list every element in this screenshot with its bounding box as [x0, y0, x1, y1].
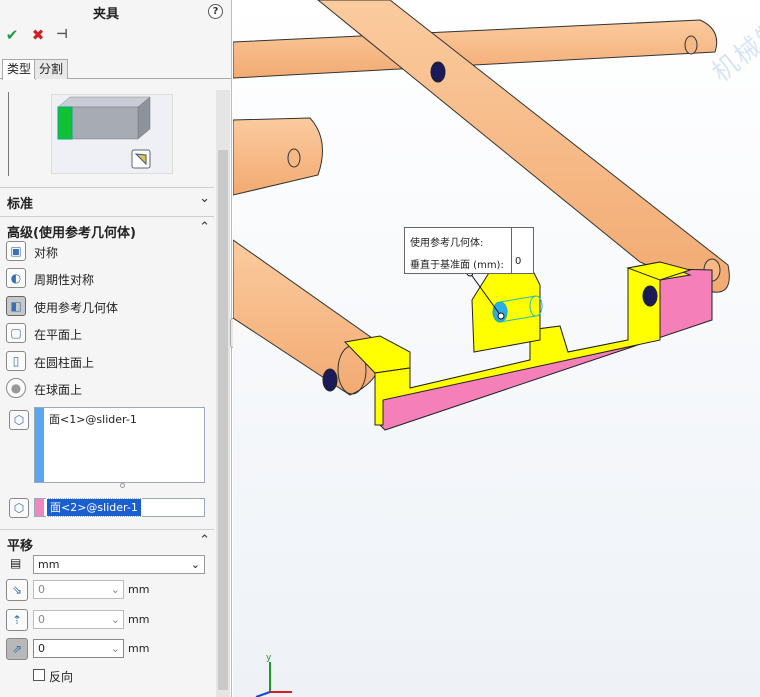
panel-title: 夹具 [92, 7, 119, 22]
property-manager-panel: 夹具 ? ✔ ✖ ⊣ 类型 分割 标准 ⌄ 高级(使用参考几何体) ⌃ ▣ 对称… [0, 0, 232, 697]
option-label: 对称 [34, 246, 59, 260]
reference-geometry-icon: ◧ [6, 296, 26, 316]
reference-face-field[interactable]: 面<2>@slider-1 [34, 498, 205, 517]
option-cylindrical-face[interactable]: ▯ 在圆柱面上 [6, 351, 211, 373]
tab-type[interactable]: 类型 [2, 59, 37, 80]
reference-face-icon: ⬡ [9, 498, 29, 518]
option-label: 周期性对称 [34, 273, 95, 287]
option-cyclic-symmetry[interactable]: ◐ 周期性对称 [6, 268, 211, 290]
reverse-label: 反向 [49, 670, 74, 684]
face-selection-icon: ⬡ [9, 410, 29, 430]
tab-split[interactable]: 分割 [34, 59, 69, 79]
on-spherical-face-icon: ● [6, 378, 26, 398]
mid-link [233, 117, 323, 196]
section-standard-title: 标准 [7, 197, 34, 212]
block-preview-icon [57, 96, 151, 169]
reference-color-swatch [35, 499, 44, 516]
scrollbar-thumb[interactable] [218, 150, 228, 690]
panel-titlebar: 夹具 ? [0, 0, 231, 24]
translate-direction-2-icon[interactable]: ⇡ [6, 609, 28, 631]
option-symmetry[interactable]: ▣ 对称 [6, 241, 211, 263]
help-icon[interactable]: ? [208, 4, 223, 19]
fixture-preview [8, 92, 204, 176]
tooltip-row-1: 使用参考几何体: [410, 238, 484, 249]
section-advanced-title: 高级(使用参考几何体) [7, 226, 136, 241]
option-spherical-face[interactable]: ● 在球面上 [6, 378, 211, 400]
ok-checkmark-icon[interactable]: ✔ [4, 27, 20, 43]
option-flat-face[interactable]: ▢ 在平面上 [6, 323, 211, 345]
translation-row-1: ⇘ 0 ⌄ mm [6, 579, 211, 601]
unit-value: mm [38, 558, 60, 571]
face-list-item[interactable]: 面<1>@slider-1 [49, 411, 137, 427]
model-canvas[interactable]: y [233, 0, 760, 697]
tooltip-divider [511, 228, 512, 273]
option-label: 使用参考几何体 [34, 301, 119, 315]
panel-scrollbar[interactable] [216, 90, 230, 697]
checkbox-box[interactable] [33, 669, 45, 681]
dropdown-arrow-icon: ⌄ [110, 613, 120, 626]
selection-color-swatch [35, 408, 44, 482]
reference-face-value[interactable]: 面<2>@slider-1 [46, 498, 142, 517]
option-label: 在球面上 [34, 383, 83, 397]
unit-label: mm [128, 613, 150, 626]
on-cylindrical-face-icon: ▯ [6, 351, 26, 371]
cyclic-symmetry-icon: ◐ [6, 268, 26, 288]
resize-handle-icon[interactable] [120, 483, 125, 488]
chevron-up-icon[interactable]: ⌃ [199, 220, 210, 235]
translate-direction-1-icon[interactable]: ⇘ [6, 579, 28, 601]
unit-select[interactable]: mm ⌄ [33, 555, 205, 574]
option-label: 在平面上 [34, 328, 83, 342]
chevron-up-icon[interactable]: ⌃ [199, 533, 210, 548]
translation-row-3: ⇗ 0 ⌄ mm [6, 638, 211, 660]
reference-geometry-tooltip: 使用参考几何体: 垂直于基准面 (mm): 0 [404, 227, 534, 274]
section-translation[interactable]: 平移 ⌃ [0, 529, 214, 555]
slider-part [343, 261, 713, 431]
translation-input-1[interactable]: 0 ⌄ [33, 580, 124, 599]
tooltip-row-2: 垂直于基准面 (mm): [410, 260, 504, 271]
dropdown-arrow-icon: ⌄ [110, 642, 120, 655]
chevron-down-icon[interactable]: ⌄ [199, 191, 210, 206]
section-advanced[interactable]: 高级(使用参考几何体) ⌃ [0, 216, 214, 242]
preview-image [51, 94, 173, 174]
pin-icon[interactable]: ⊣ [54, 27, 70, 43]
section-translation-title: 平移 [7, 539, 34, 554]
translation-input-3[interactable]: 0 ⌄ [33, 639, 124, 658]
tooltip-value: 0 [515, 256, 522, 267]
translation-row-2: ⇡ 0 ⌄ mm [6, 609, 211, 631]
dropdown-arrow-icon: ⌄ [110, 583, 120, 596]
faces-selection-list[interactable]: 面<1>@slider-1 [34, 407, 205, 483]
tab-strip: 类型 分割 [0, 57, 231, 80]
translate-direction-3-icon[interactable]: ⇗ [6, 638, 28, 660]
symmetry-icon: ▣ [6, 241, 26, 261]
graphics-viewport[interactable]: y 机械制图网 xxage.com [233, 0, 760, 697]
on-flat-face-icon: ▢ [6, 323, 26, 343]
section-standard[interactable]: 标准 ⌄ [0, 187, 214, 213]
axis-triad-icon: y [255, 653, 292, 697]
translation-input-2[interactable]: 0 ⌄ [33, 610, 124, 629]
ruler-icon: ▤ [10, 556, 22, 570]
cancel-x-icon[interactable]: ✖ [30, 27, 46, 43]
svg-text:y: y [266, 653, 272, 663]
dropdown-arrow-icon: ⌄ [190, 558, 200, 571]
option-label: 在圆柱面上 [34, 356, 95, 370]
unit-label: mm [128, 642, 150, 655]
option-reference-geometry[interactable]: ◧ 使用参考几何体 [6, 296, 211, 318]
left-arm [233, 239, 383, 396]
unit-label: mm [128, 583, 150, 596]
